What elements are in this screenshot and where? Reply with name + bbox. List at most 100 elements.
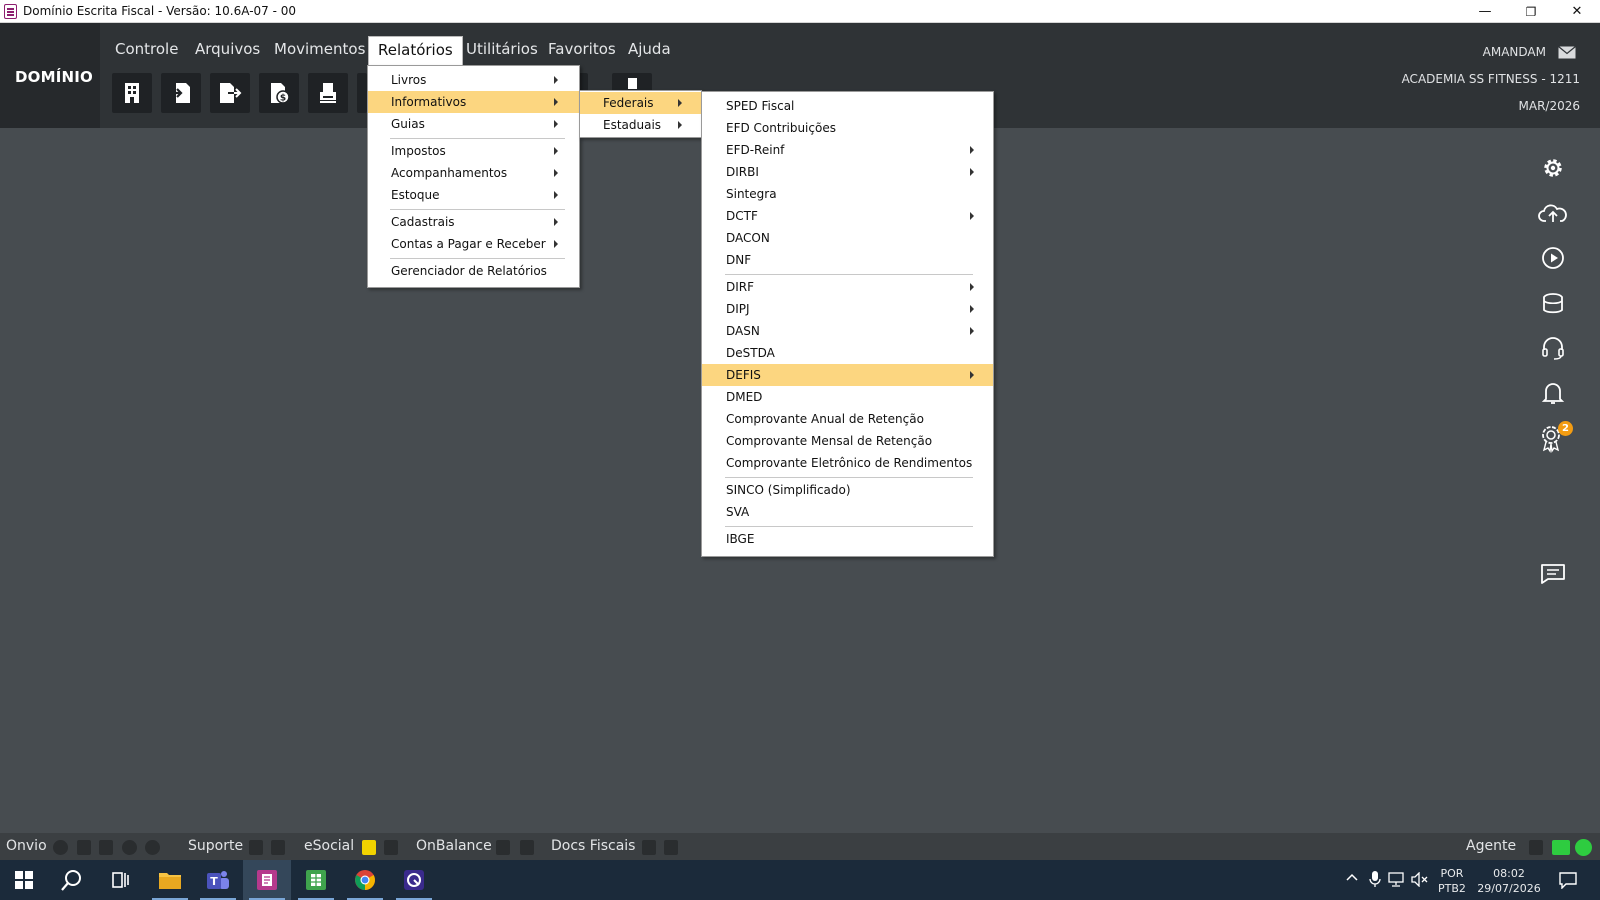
taskbar-remote-app[interactable] xyxy=(390,860,438,900)
menu-item-livros[interactable]: Livros xyxy=(368,69,579,91)
menu-item-dipj[interactable]: DIPJ xyxy=(702,298,993,320)
agente-battery-icon[interactable] xyxy=(1552,840,1570,855)
menu-item-destda[interactable]: DeSTDA xyxy=(702,342,993,364)
tray-speaker-muted-icon[interactable] xyxy=(1411,871,1429,900)
menu-item-sped-fiscal[interactable]: SPED Fiscal xyxy=(702,95,993,117)
menu-item-dacon[interactable]: DACON xyxy=(702,227,993,249)
onbalance-download-icon[interactable] xyxy=(520,840,534,855)
menu-item-comprovante-anual-retencao[interactable]: Comprovante Anual de Retenção xyxy=(702,408,993,430)
menu-item-defis[interactable]: DEFIS xyxy=(702,364,993,386)
menu-item-federais[interactable]: Federais xyxy=(580,92,701,114)
menu-item-label: Informativos xyxy=(391,95,467,109)
achievements-button[interactable]: 2 xyxy=(1535,420,1573,456)
notifications-button[interactable] xyxy=(1535,375,1571,411)
menu-item-dirbi[interactable]: DIRBI xyxy=(702,161,993,183)
menu-item-comprovante-mensal-retencao[interactable]: Comprovante Mensal de Retenção xyxy=(702,430,993,452)
menu-controle[interactable]: Controle xyxy=(115,40,178,66)
competence-period[interactable]: MAR/2026 xyxy=(1519,99,1580,113)
tray-network-icon[interactable] xyxy=(1388,872,1406,900)
exits-button[interactable] xyxy=(210,73,250,113)
onbalance-label[interactable]: OnBalance xyxy=(416,838,492,854)
onvio-shield-icon[interactable] xyxy=(77,840,91,855)
menu-item-dasn[interactable]: DASN xyxy=(702,320,993,342)
menu-item-comprovante-eletronico-rendimentos[interactable]: Comprovante Eletrônico de Rendimentos xyxy=(702,452,993,474)
tray-clock[interactable]: 08:02 29/07/2026 xyxy=(1476,866,1542,900)
support-button[interactable] xyxy=(1535,330,1571,366)
onvio-status-dot-icon[interactable] xyxy=(145,840,160,855)
settings-button[interactable] xyxy=(1535,150,1571,186)
menu-item-dmed[interactable]: DMED xyxy=(702,386,993,408)
suporte-label[interactable]: Suporte xyxy=(188,838,243,854)
menu-item-contas-pagar-receber[interactable]: Contas a Pagar e Receber xyxy=(368,233,579,255)
restore-button[interactable]: ❐ xyxy=(1508,0,1554,23)
submenu-arrow-icon xyxy=(554,218,558,226)
taskbar-chrome[interactable] xyxy=(341,860,389,900)
menu-item-informativos[interactable]: Informativos xyxy=(368,91,579,113)
onvio-label[interactable]: Onvio xyxy=(6,838,47,854)
menu-movimentos[interactable]: Movimentos xyxy=(274,40,365,66)
minimize-button[interactable]: — xyxy=(1462,0,1508,23)
onvio-status-dot-icon[interactable] xyxy=(122,840,137,855)
cloud-upload-button[interactable] xyxy=(1535,195,1571,231)
taskbar-teams[interactable]: T xyxy=(194,860,242,900)
menu-item-impostos[interactable]: Impostos xyxy=(368,140,579,162)
close-button[interactable]: ✕ xyxy=(1554,0,1600,23)
menu-item-sinco[interactable]: SINCO (Simplificado) xyxy=(702,479,993,501)
menu-item-acompanhamentos[interactable]: Acompanhamentos xyxy=(368,162,579,184)
entries-button[interactable] xyxy=(161,73,201,113)
onvio-document-icon[interactable] xyxy=(99,840,113,855)
building-icon xyxy=(125,83,139,103)
onbalance-mail-icon[interactable] xyxy=(496,840,510,855)
docs-fiscais-window-icon[interactable] xyxy=(664,840,678,855)
menu-item-estaduais[interactable]: Estaduais xyxy=(580,114,701,136)
esocial-document-icon[interactable] xyxy=(384,840,398,855)
menu-utilitarios[interactable]: Utilitários xyxy=(466,40,538,66)
tray-notifications-icon[interactable] xyxy=(1558,871,1578,900)
submenu-arrow-icon xyxy=(554,147,558,155)
tray-microphone-icon[interactable] xyxy=(1369,871,1381,900)
tray-language[interactable]: POR PTB2 xyxy=(1438,866,1466,900)
play-video-button[interactable] xyxy=(1535,240,1571,276)
agente-label[interactable]: Agente xyxy=(1466,838,1516,854)
menu-item-sintegra[interactable]: Sintegra xyxy=(702,183,993,205)
start-button[interactable] xyxy=(0,860,48,900)
company-button[interactable] xyxy=(112,73,152,113)
menu-ajuda[interactable]: Ajuda xyxy=(628,40,671,66)
task-view-button[interactable] xyxy=(96,860,144,900)
agente-link-icon[interactable] xyxy=(1529,840,1543,855)
menu-arquivos[interactable]: Arquivos xyxy=(195,40,260,66)
menu-item-efd-reinf[interactable]: EFD-Reinf xyxy=(702,139,993,161)
school-hat-button[interactable] xyxy=(1535,285,1571,321)
menu-item-dctf[interactable]: DCTF xyxy=(702,205,993,227)
esocial-chart-icon[interactable] xyxy=(362,840,376,855)
suporte-plus-icon[interactable] xyxy=(249,840,263,855)
print-button[interactable] xyxy=(308,73,348,113)
taskbar-file-explorer[interactable] xyxy=(146,860,194,900)
menu-item-dnf[interactable]: DNF xyxy=(702,249,993,271)
menu-item-ibge[interactable]: IBGE xyxy=(702,528,993,550)
suporte-document-icon[interactable] xyxy=(271,840,285,855)
toolbar-button-hidden[interactable] xyxy=(357,73,367,113)
menu-item-cadastrais[interactable]: Cadastrais xyxy=(368,211,579,233)
menu-favoritos[interactable]: Favoritos xyxy=(548,40,616,66)
taskbar-spreadsheet[interactable] xyxy=(292,860,340,900)
mail-icon[interactable] xyxy=(1558,46,1576,59)
menu-item-sva[interactable]: SVA xyxy=(702,501,993,523)
search-button[interactable] xyxy=(48,860,96,900)
tray-chevron-up-icon[interactable] xyxy=(1346,872,1358,900)
agente-online-status-icon xyxy=(1575,839,1592,856)
onvio-play-icon[interactable] xyxy=(53,840,68,855)
menu-item-gerenciador-relatorios[interactable]: Gerenciador de Relatórios xyxy=(368,260,579,282)
chat-button[interactable] xyxy=(1535,555,1571,591)
menu-item-guias[interactable]: Guias xyxy=(368,113,579,135)
menu-item-estoque[interactable]: Estoque xyxy=(368,184,579,206)
esocial-label[interactable]: eSocial xyxy=(304,838,354,854)
docs-fiscais-label[interactable]: Docs Fiscais xyxy=(551,838,635,854)
menu-item-label: DeSTDA xyxy=(726,346,775,360)
company-name[interactable]: ACADEMIA SS FITNESS - 1211 xyxy=(1402,72,1580,86)
menu-item-dirf[interactable]: DIRF xyxy=(702,276,993,298)
services-button[interactable]: $ xyxy=(259,73,299,113)
taskbar-dominio-escrita[interactable] xyxy=(243,860,291,900)
menu-item-efd-contribuicoes[interactable]: EFD Contribuições xyxy=(702,117,993,139)
docs-fiscais-chat-icon[interactable] xyxy=(642,840,656,855)
